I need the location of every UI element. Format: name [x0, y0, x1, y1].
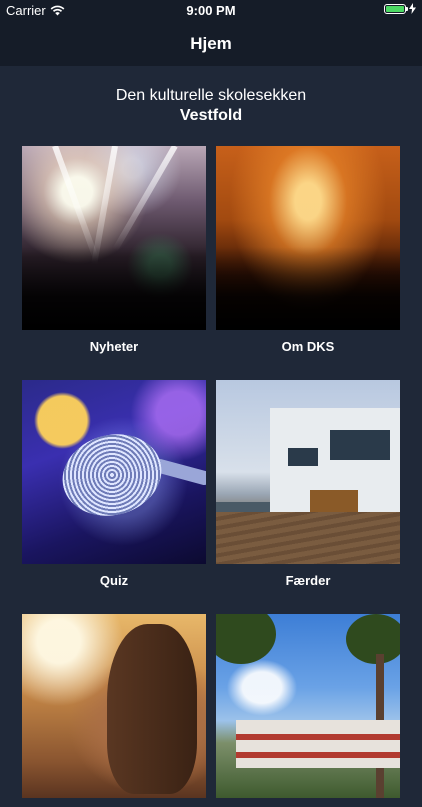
microphone-image	[22, 380, 206, 564]
battery-icon	[384, 3, 408, 14]
concert-stage-image	[216, 146, 400, 330]
tile-label: Quiz	[99, 573, 129, 588]
concert-crowd-image	[22, 146, 206, 330]
header-line-2: Vestfold	[179, 107, 243, 124]
tile-label: Færder	[285, 573, 331, 588]
tile-om-dks[interactable]: Om DKS	[216, 146, 400, 354]
tile-5[interactable]	[22, 614, 206, 807]
tile-label: Om DKS	[281, 339, 335, 354]
tile-nyheter[interactable]: Nyheter	[22, 146, 206, 354]
navigation-bar: Hjem	[0, 22, 422, 66]
status-bar: Carrier 9:00 PM	[0, 0, 422, 22]
page-header: Den kulturelle skolesekken Vestfold	[0, 86, 422, 126]
tile-6[interactable]	[216, 614, 400, 807]
status-right	[384, 3, 416, 14]
waterfront-building-image	[216, 380, 400, 564]
tile-quiz[interactable]: Quiz	[22, 380, 206, 588]
status-time: 9:00 PM	[186, 3, 236, 18]
charging-bolt-icon	[409, 3, 416, 14]
header-line-1: Den kulturelle skolesekken	[115, 87, 307, 104]
school-building-image	[216, 614, 400, 798]
person-smiling-image	[22, 614, 206, 798]
tile-label: Nyheter	[89, 339, 139, 354]
tile-faerder[interactable]: Færder	[216, 380, 400, 588]
nav-title: Hjem	[190, 34, 232, 53]
